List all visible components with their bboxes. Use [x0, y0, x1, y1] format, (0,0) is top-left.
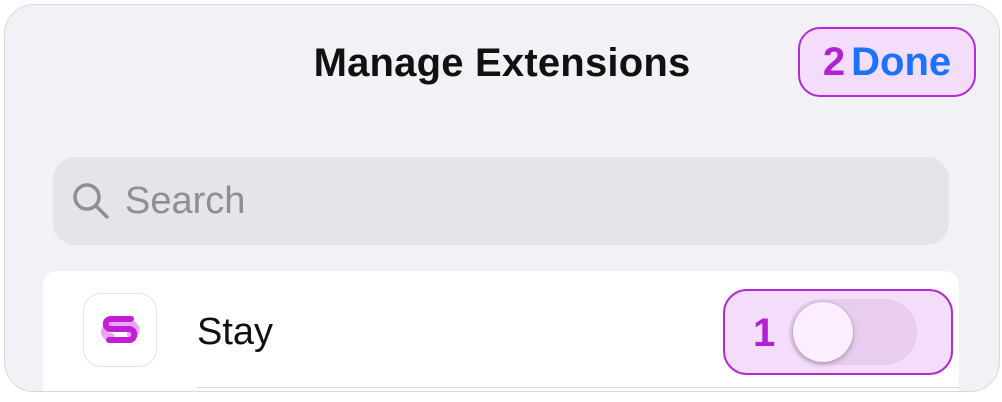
step-badge-2: 2: [822, 40, 846, 84]
stay-app-icon: [83, 293, 157, 367]
extension-name: Stay: [197, 311, 274, 353]
extensions-list: Stay 1: [43, 271, 959, 391]
done-label: Done: [851, 40, 952, 84]
search-input[interactable]: [123, 178, 907, 224]
toggle-knob: [793, 302, 853, 362]
manage-extensions-sheet: Manage Extensions 2 Done Stay 1: [4, 4, 1000, 392]
row-divider: [197, 387, 959, 388]
done-button[interactable]: 2 Done: [798, 27, 976, 97]
search-field[interactable]: [53, 157, 949, 245]
stay-enable-toggle[interactable]: [789, 299, 917, 365]
search-icon: [73, 183, 109, 219]
step-badge-1: 1: [753, 311, 776, 355]
stay-toggle-highlight: 1: [723, 289, 953, 375]
